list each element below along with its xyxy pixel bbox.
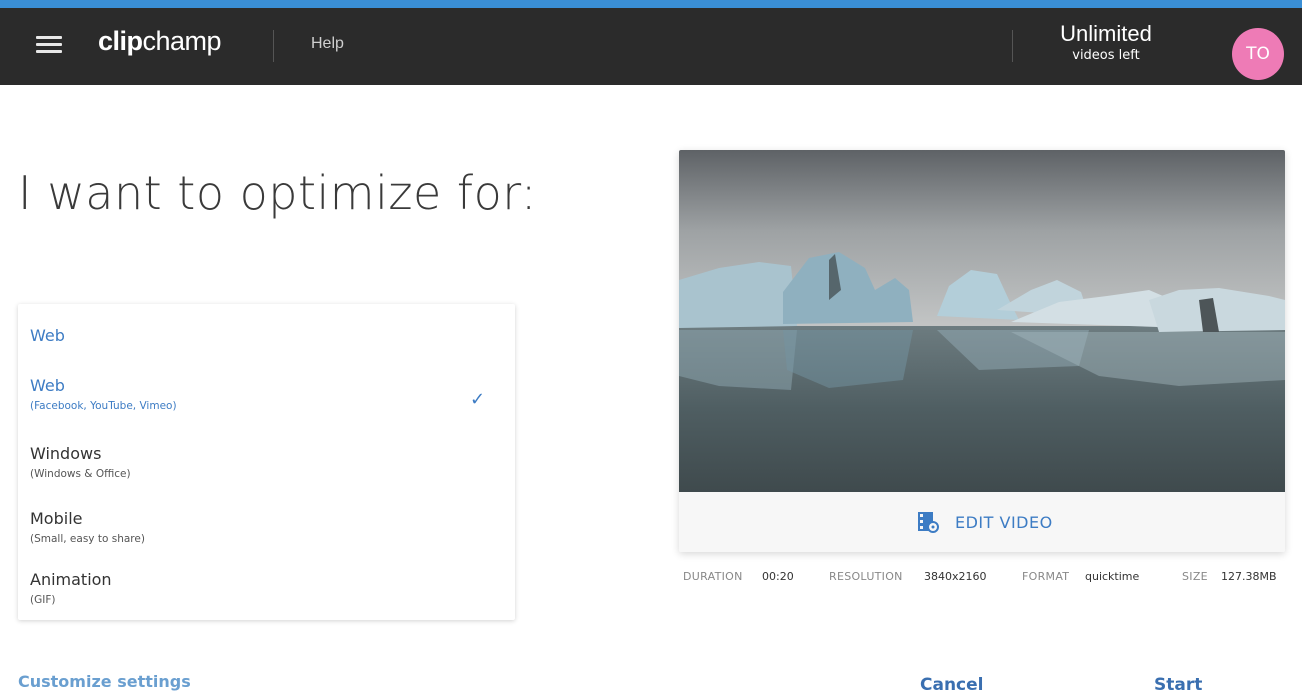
option-description: (Windows & Office) xyxy=(30,468,131,480)
resolution-label: RESOLUTION xyxy=(829,570,903,583)
top-accent-line xyxy=(0,0,1302,8)
option-description: (GIF) xyxy=(30,594,56,606)
quota-main-text: Unlimited xyxy=(1060,21,1152,46)
option-name: Mobile xyxy=(30,509,83,528)
option-animation[interactable]: Animation (GIF) xyxy=(30,570,500,606)
video-thumbnail[interactable] xyxy=(679,150,1285,492)
option-name: Web xyxy=(30,376,65,395)
video-quota: Unlimited videos left xyxy=(1032,21,1180,63)
hamburger-menu-icon[interactable] xyxy=(34,30,64,60)
option-name: Animation xyxy=(30,570,112,589)
option-mobile[interactable]: Mobile (Small, easy to share) xyxy=(30,509,500,545)
quota-divider xyxy=(1012,30,1013,62)
option-name: Windows xyxy=(30,444,102,463)
dropdown-selected-value[interactable]: Web xyxy=(30,326,65,345)
edit-video-label: EDIT VIDEO xyxy=(955,513,1053,532)
user-avatar[interactable]: TO xyxy=(1232,28,1284,80)
edit-video-button[interactable]: EDIT VIDEO xyxy=(679,492,1285,552)
top-navigation-bar: clipchamp Help Unlimited videos left TO xyxy=(0,8,1302,85)
logo-light-text: champ xyxy=(142,26,222,56)
nav-divider xyxy=(273,30,274,62)
format-value: quicktime xyxy=(1085,570,1140,583)
film-edit-icon xyxy=(918,512,939,533)
option-description: (Facebook, YouTube, Vimeo) xyxy=(30,400,177,412)
cancel-button[interactable]: Cancel xyxy=(920,675,983,695)
logo-bold-text: clip xyxy=(98,26,143,56)
option-windows[interactable]: Windows (Windows & Office) xyxy=(30,444,500,480)
checkmark-icon: ✓ xyxy=(470,389,486,410)
duration-label: DURATION xyxy=(683,570,743,583)
clipchamp-logo[interactable]: clipchamp xyxy=(98,26,222,57)
page-title: I want to optimize for: xyxy=(18,166,537,220)
size-label: SIZE xyxy=(1182,570,1208,583)
resolution-value: 3840x2160 xyxy=(924,570,987,583)
size-value: 127.38MB xyxy=(1221,570,1277,583)
start-button[interactable]: Start xyxy=(1154,675,1202,695)
option-description: (Small, easy to share) xyxy=(30,533,145,545)
quota-sub-text: videos left xyxy=(1072,48,1140,63)
format-label: FORMAT xyxy=(1022,570,1070,583)
optimize-dropdown: Web Web (Facebook, YouTube, Vimeo) ✓ Win… xyxy=(18,304,515,620)
help-link[interactable]: Help xyxy=(311,35,344,53)
duration-value: 00:20 xyxy=(762,570,794,583)
video-preview-card: EDIT VIDEO xyxy=(679,150,1285,552)
option-web[interactable]: Web (Facebook, YouTube, Vimeo) xyxy=(30,376,500,412)
customize-settings-link[interactable]: Customize settings xyxy=(18,672,191,691)
